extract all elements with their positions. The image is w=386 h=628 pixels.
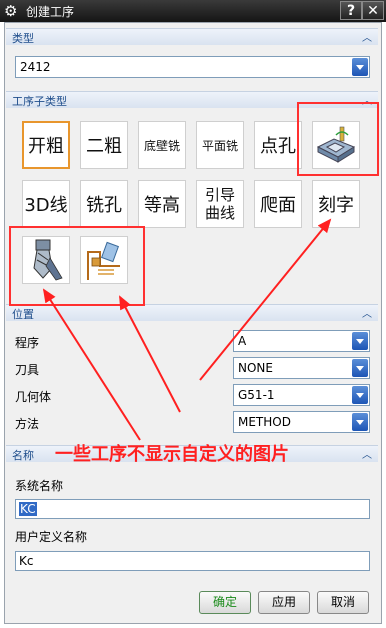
annotation-text: 一些工序不显示自定义的图片 — [55, 444, 289, 465]
annotation-arrows — [42, 218, 332, 441]
